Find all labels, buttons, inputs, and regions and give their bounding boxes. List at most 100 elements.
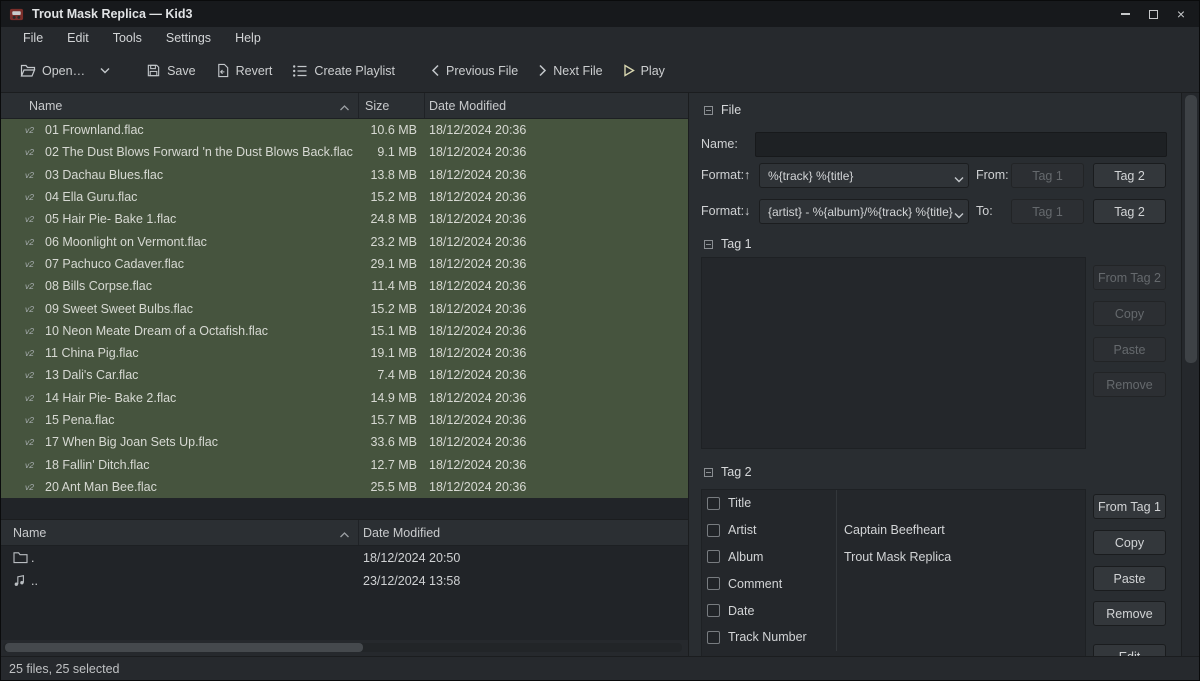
field-checkbox[interactable]	[707, 497, 720, 510]
hscroll-track[interactable]	[3, 643, 682, 652]
previous-file-button[interactable]: Previous File	[424, 58, 525, 84]
format-from-combobox[interactable]: %{track} %{title}	[759, 163, 969, 188]
file-row[interactable]: v201 Frownland.flac10.6 MB18/12/2024 20:…	[1, 119, 688, 141]
play-label: Play	[641, 64, 665, 78]
file-row[interactable]: v218 Fallin' Ditch.flac12.7 MB18/12/2024…	[1, 453, 688, 475]
file-row[interactable]: v204 Ella Guru.flac15.2 MB18/12/2024 20:…	[1, 186, 688, 208]
file-row[interactable]: v206 Moonlight on Vermont.flac23.2 MB18/…	[1, 230, 688, 252]
open-dropdown-arrow[interactable]	[98, 61, 117, 80]
field-value[interactable]	[836, 597, 1085, 624]
tag2-section-header[interactable]: Tag 2	[704, 465, 752, 479]
field-label: Title	[720, 496, 836, 510]
file-row[interactable]: v202 The Dust Blows Forward 'n the Dust …	[1, 141, 688, 163]
vscroll-thumb[interactable]	[1185, 95, 1197, 363]
file-row[interactable]: v207 Pachuco Cadaver.flac29.1 MB18/12/20…	[1, 253, 688, 275]
tag2-fields: TitleArtistCaptain BeefheartAlbumTrout M…	[701, 489, 1086, 656]
column-header-name[interactable]: Name	[1, 520, 359, 545]
edit-button[interactable]: Edit	[1093, 644, 1166, 656]
dir-name: ..	[31, 574, 359, 588]
column-header-date-modified[interactable]: Date Modified	[359, 520, 688, 545]
minimize-button[interactable]	[1111, 3, 1139, 25]
file-row[interactable]: v205 Hair Pie- Bake 1.flac24.8 MB18/12/2…	[1, 208, 688, 230]
format-to-combobox[interactable]: {artist} - %{album}/%{track} %{title}	[759, 199, 969, 224]
field-value[interactable]: Trout Mask Replica	[836, 544, 1085, 571]
paste-button[interactable]: Paste	[1093, 566, 1166, 591]
maximize-button[interactable]	[1139, 3, 1167, 25]
field-value[interactable]	[836, 570, 1085, 597]
file-name: 01 Frownland.flac	[45, 123, 359, 137]
create-playlist-button[interactable]: Create Playlist	[285, 58, 402, 84]
field-value[interactable]	[836, 490, 1085, 517]
file-size: 14.9 MB	[359, 391, 425, 405]
play-button[interactable]: Play	[616, 58, 672, 84]
menu-edit[interactable]: Edit	[57, 29, 99, 47]
tag-1-button[interactable]: Tag 1	[1011, 199, 1084, 224]
file-row[interactable]: v211 China Pig.flac19.1 MB18/12/2024 20:…	[1, 342, 688, 364]
filename-input[interactable]	[755, 132, 1167, 157]
tag2-field-row: Date	[702, 597, 1085, 624]
file-row[interactable]: v210 Neon Meate Dream of a Octafish.flac…	[1, 320, 688, 342]
copy-button[interactable]: Copy	[1093, 301, 1166, 326]
file-row[interactable]: v214 Hair Pie- Bake 2.flac14.9 MB18/12/2…	[1, 387, 688, 409]
field-checkbox[interactable]	[707, 524, 720, 537]
column-header-name[interactable]: Name	[1, 93, 359, 118]
file-date-modified: 18/12/2024 20:36	[425, 212, 688, 226]
next-file-button[interactable]: Next File	[531, 58, 609, 84]
remove-button[interactable]: Remove	[1093, 372, 1166, 397]
column-header-date-modified[interactable]: Date Modified	[425, 93, 688, 118]
menu-tools[interactable]: Tools	[103, 29, 152, 47]
field-checkbox[interactable]	[707, 577, 720, 590]
file-row[interactable]: v213 Dali's Car.flac7.4 MB18/12/2024 20:…	[1, 364, 688, 386]
close-icon: ×	[1177, 7, 1185, 21]
kid3-window: Trout Mask Replica — Kid3 × File Edit To…	[0, 0, 1200, 681]
menu-file[interactable]: File	[13, 29, 53, 47]
file-row[interactable]: v209 Sweet Sweet Bulbs.flac15.2 MB18/12/…	[1, 297, 688, 319]
file-row[interactable]: v203 Dachau Blues.flac13.8 MB18/12/2024 …	[1, 164, 688, 186]
paste-button[interactable]: Paste	[1093, 337, 1166, 362]
tag-2-button[interactable]: Tag 2	[1093, 199, 1166, 224]
toolbar: Open… Save Revert Create Playlist Previo…	[1, 49, 1199, 93]
field-value[interactable]: Captain Beefheart	[836, 517, 1085, 544]
file-section-title: File	[721, 103, 741, 117]
file-row[interactable]: v220 Ant Man Bee.flac25.5 MB18/12/2024 2…	[1, 476, 688, 498]
menu-settings[interactable]: Settings	[156, 29, 221, 47]
file-row[interactable]: v215 Pena.flac15.7 MB18/12/2024 20:36	[1, 409, 688, 431]
column-name-label: Name	[29, 99, 62, 113]
file-name: 10 Neon Meate Dream of a Octafish.flac	[45, 324, 359, 338]
tag-1-button[interactable]: Tag 1	[1011, 163, 1084, 188]
copy-button[interactable]: Copy	[1093, 530, 1166, 555]
file-row[interactable]: v208 Bills Corpse.flac11.4 MB18/12/2024 …	[1, 275, 688, 297]
from-buttons: Tag 1 Tag 2	[1011, 163, 1171, 188]
from-tag-2-button[interactable]: From Tag 2	[1093, 265, 1166, 290]
tag-version-icon: v2	[25, 482, 45, 492]
tag2-field-row: Track Number	[702, 624, 1085, 651]
hscroll-thumb[interactable]	[5, 643, 363, 652]
field-value[interactable]	[836, 624, 1085, 651]
revert-button[interactable]: Revert	[209, 57, 280, 84]
field-label: Album	[720, 550, 836, 564]
tag-version-icon: v2	[25, 304, 45, 314]
field-checkbox[interactable]	[707, 604, 720, 617]
open-label: Open…	[42, 64, 85, 78]
save-button[interactable]: Save	[139, 57, 203, 84]
directory-row[interactable]: ..23/12/2024 13:58	[1, 569, 688, 592]
field-checkbox[interactable]	[707, 550, 720, 563]
chevron-down-icon	[100, 67, 110, 74]
from-tag-1-button[interactable]: From Tag 1	[1093, 494, 1166, 519]
tag2-field-row: AlbumTrout Mask Replica	[702, 544, 1085, 571]
directory-row[interactable]: .18/12/2024 20:50	[1, 546, 688, 569]
next-file-label: Next File	[553, 64, 602, 78]
menu-help[interactable]: Help	[225, 29, 271, 47]
dir-list-header: Name Date Modified	[1, 520, 688, 546]
tag-2-button[interactable]: Tag 2	[1093, 163, 1166, 188]
field-checkbox[interactable]	[707, 631, 720, 644]
file-row[interactable]: v217 When Big Joan Sets Up.flac33.6 MB18…	[1, 431, 688, 453]
vertical-scrollbar[interactable]	[1181, 93, 1199, 656]
file-list-header: Name Size Date Modified	[1, 93, 688, 119]
close-button[interactable]: ×	[1167, 3, 1195, 25]
tag1-section-header[interactable]: Tag 1	[704, 237, 752, 251]
column-header-size[interactable]: Size	[359, 93, 425, 118]
remove-button[interactable]: Remove	[1093, 601, 1166, 626]
open-button[interactable]: Open…	[13, 57, 92, 84]
file-section-header[interactable]: File	[704, 103, 741, 117]
